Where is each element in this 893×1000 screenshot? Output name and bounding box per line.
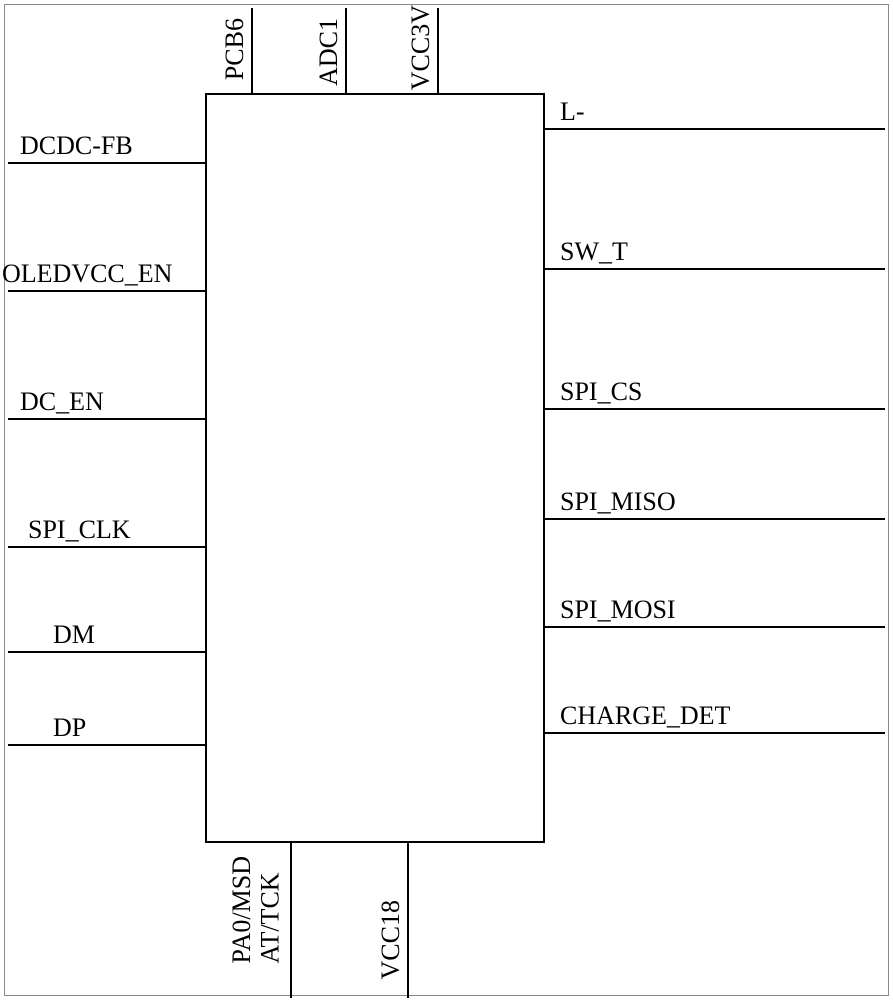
pin-line-dcdc-fb <box>8 162 205 164</box>
pin-label-spi-cs: SPI_CS <box>560 379 642 405</box>
pin-label-adc1: ADC1 <box>316 18 342 86</box>
pin-line-spi-clk <box>8 546 205 548</box>
pin-line-oledvcc-en <box>8 290 205 292</box>
pin-line-vcc3v <box>437 8 439 93</box>
pin-line-spi-cs <box>545 408 885 410</box>
pin-line-dp <box>8 744 205 746</box>
pin-line-dm <box>8 651 205 653</box>
pin-label-spi-miso: SPI_MISO <box>560 489 676 515</box>
pin-label-pcb6: PCB6 <box>222 18 248 80</box>
pin-line-pa0-msdat-tck <box>290 843 292 998</box>
pin-label-spi-mosi: SPI_MOSI <box>560 597 676 623</box>
pin-label-spi-clk: SPI_CLK <box>28 517 131 543</box>
pin-label-pa0-msdat-tck: PA0/MSDAT/TCK <box>228 856 285 963</box>
pin-label-sw-t: SW_T <box>560 239 628 265</box>
diagram-stage: PCB6 ADC1 VCC3V DCDC-FB OLEDVCC_EN DC_EN… <box>0 0 893 1000</box>
pin-label-dm: DM <box>53 622 95 648</box>
pin-label-l-minus: L- <box>560 99 585 125</box>
pin-label-dcdc-fb: DCDC-FB <box>20 133 133 159</box>
pin-label-dc-en: DC_EN <box>20 389 104 415</box>
pin-line-adc1 <box>345 8 347 93</box>
pin-line-l-minus <box>545 128 885 130</box>
pin-line-sw-t <box>545 268 885 270</box>
chip-body <box>205 93 545 843</box>
pin-line-pcb6 <box>251 8 253 93</box>
pin-label-dp: DP <box>53 715 86 741</box>
pin-label-vcc3v: VCC3V <box>408 5 434 90</box>
pin-label-charge-det: CHARGE_DET <box>560 703 730 729</box>
pin-label-vcc18: VCC18 <box>378 900 404 979</box>
pin-line-spi-miso <box>545 518 885 520</box>
pin-line-vcc18 <box>407 843 409 998</box>
pin-line-dc-en <box>8 418 205 420</box>
pin-line-spi-mosi <box>545 626 885 628</box>
pin-line-charge-det <box>545 732 885 734</box>
pin-label-pa0-msdat-tck-text: PA0/MSDAT/TCK <box>228 856 285 963</box>
pin-label-oledvcc-en: OLEDVCC_EN <box>2 261 172 287</box>
